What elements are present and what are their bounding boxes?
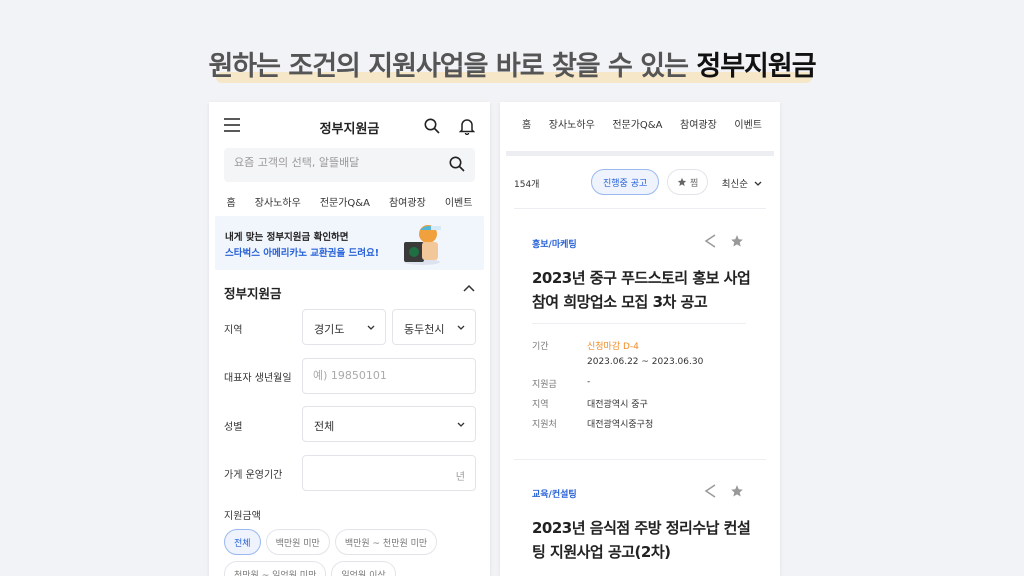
result-count: 154개 [514,180,540,190]
nav-home[interactable]: 홈 [522,116,531,131]
nav-expert-qa[interactable]: 전문가Q&A [320,194,370,209]
headline-text: 원하는 조건의 지원사업을 바로 찾을 수 있는 [208,51,697,82]
star-icon[interactable] [730,484,744,498]
app-header: 정부지원금 [209,112,490,142]
ongoing-filter-button[interactable]: 진행중 공고 [591,169,660,195]
nav-business-tips[interactable]: 장사노하우 [549,116,595,131]
share-icon[interactable] [704,234,716,248]
org-value: 대전광역시중구청 [587,420,654,430]
bell-icon[interactable] [459,117,475,135]
search-bar[interactable] [224,148,475,182]
card-title: 2023년 중구 푸드스토리 홍보 사업 참여 희망업소 모집 3차 공고 [532,269,751,311]
sort-dropdown[interactable]: 최신순 [722,176,762,190]
amount-chip-all[interactable]: 전체 [224,529,261,555]
chevron-up-icon[interactable] [463,284,475,292]
card-category: 교육/컨설팅 [532,490,577,500]
city-value: 동두천시 [404,323,445,336]
share-icon[interactable] [704,484,716,498]
card-title: 2023년 음식점 주방 정리수납 컨설팅 지원사업 공고(2차) [532,519,751,561]
banner-line-2: 스타벅스 아메리카노 교환권을 드려요! [225,248,380,259]
favorite-filter-label: 찜 [690,178,699,189]
org-label: 지원처 [532,420,557,430]
deadline-badge: 신청마감 D-4 [587,342,639,352]
headline-accent: 정부지원금 [696,51,816,82]
region-value: 대전광역시 중구 [587,400,648,410]
gender-value: 전체 [314,420,335,433]
category-nav: 홈 장사노하우 전문가Q&A 참여광장 이벤트 [209,194,490,209]
amount-chip-under-1m[interactable]: 백만원 미만 [265,529,330,555]
province-select[interactable]: 경기도 [302,309,386,345]
search-input[interactable] [234,156,434,169]
amount-chip-over-100m[interactable]: 일억원 이상 [331,561,396,576]
birth-input[interactable] [313,369,433,382]
section-divider [506,151,774,156]
star-icon [677,177,687,187]
search-icon[interactable] [449,156,465,172]
app-title: 정부지원금 [319,122,380,137]
promo-headline: 원하는 조건의 지원사업을 바로 찾을 수 있는 정부지원금 [0,44,1024,83]
period-label: 가게 운영기간 [224,470,283,481]
chevron-down-icon [457,422,465,427]
birth-field[interactable] [302,358,476,394]
amount-chips: 전체 백만원 미만 백만원 ~ 천만원 미만 천만원 ~ 일억원 미만 일억원 … [224,529,484,576]
birth-label: 대표자 생년월일 [224,373,292,384]
category-nav: 홈 장사노하우 전문가Q&A 참여광장 이벤트 [500,116,780,131]
amount-label: 지원금 [532,380,557,390]
sort-label: 최신순 [721,179,748,190]
coffee-cup-illustration-icon [398,222,444,266]
nav-home[interactable]: 홈 [227,194,236,209]
nav-expert-qa[interactable]: 전문가Q&A [612,116,662,131]
city-select[interactable]: 동두천시 [392,309,476,345]
filter-screen: 정부지원금 홈 장사노하우 전문가Q&A 참여광장 이벤트 내게 맞는 정부지원… [209,102,490,576]
period-value: 2023.06.22 ~ 2023.06.30 [587,357,704,367]
nav-event[interactable]: 이벤트 [734,116,762,131]
list-toolbar: 154개 진행중 공고 찜 최신순 [500,168,780,198]
star-icon[interactable] [730,234,744,248]
nav-community[interactable]: 참여광장 [389,194,426,209]
grant-card[interactable]: 교육/컨설팅 2023년 음식점 주방 정리수납 컨설팅 지원사업 공고(2차) [514,460,766,576]
period-unit: 년 [455,472,465,483]
period-label: 기간 [532,342,549,352]
period-field[interactable]: 년 [302,455,476,491]
banner-line-1: 내게 맞는 정부지원금 확인하면 [225,232,349,243]
amount-chip-1m-10m[interactable]: 백만원 ~ 천만원 미만 [334,529,438,555]
search-icon[interactable] [424,118,440,134]
province-value: 경기도 [314,323,345,336]
chevron-down-icon [367,325,375,330]
card-divider [514,208,766,209]
filter-section-title: 정부지원금 [224,286,282,301]
nav-business-tips[interactable]: 장사노하우 [255,194,301,209]
promo-banner[interactable]: 내게 맞는 정부지원금 확인하면 스타벅스 아메리카노 교환권을 드려요! [215,216,484,270]
region-label: 지역 [532,400,549,410]
region-label: 지역 [224,325,243,336]
card-inner-divider [532,323,746,324]
results-screen: 홈 장사노하우 전문가Q&A 참여광장 이벤트 154개 진행중 공고 찜 최신… [500,102,780,576]
gender-label: 성별 [224,422,243,433]
amount-value: - [587,377,591,387]
card-category: 홍보/마케팅 [532,240,577,250]
amount-label: 지원금액 [224,511,261,522]
nav-community[interactable]: 참여광장 [680,116,717,131]
gender-select[interactable]: 전체 [302,406,476,442]
nav-event[interactable]: 이벤트 [445,194,473,209]
chevron-down-icon [754,181,762,186]
chevron-down-icon [457,325,465,330]
amount-chip-10m-100m[interactable]: 천만원 ~ 일억원 미만 [224,561,327,576]
grant-card[interactable]: 홍보/마케팅 2023년 중구 푸드스토리 홍보 사업 참여 희망업소 모집 3… [514,210,766,450]
favorite-filter-button[interactable]: 찜 [667,169,709,195]
